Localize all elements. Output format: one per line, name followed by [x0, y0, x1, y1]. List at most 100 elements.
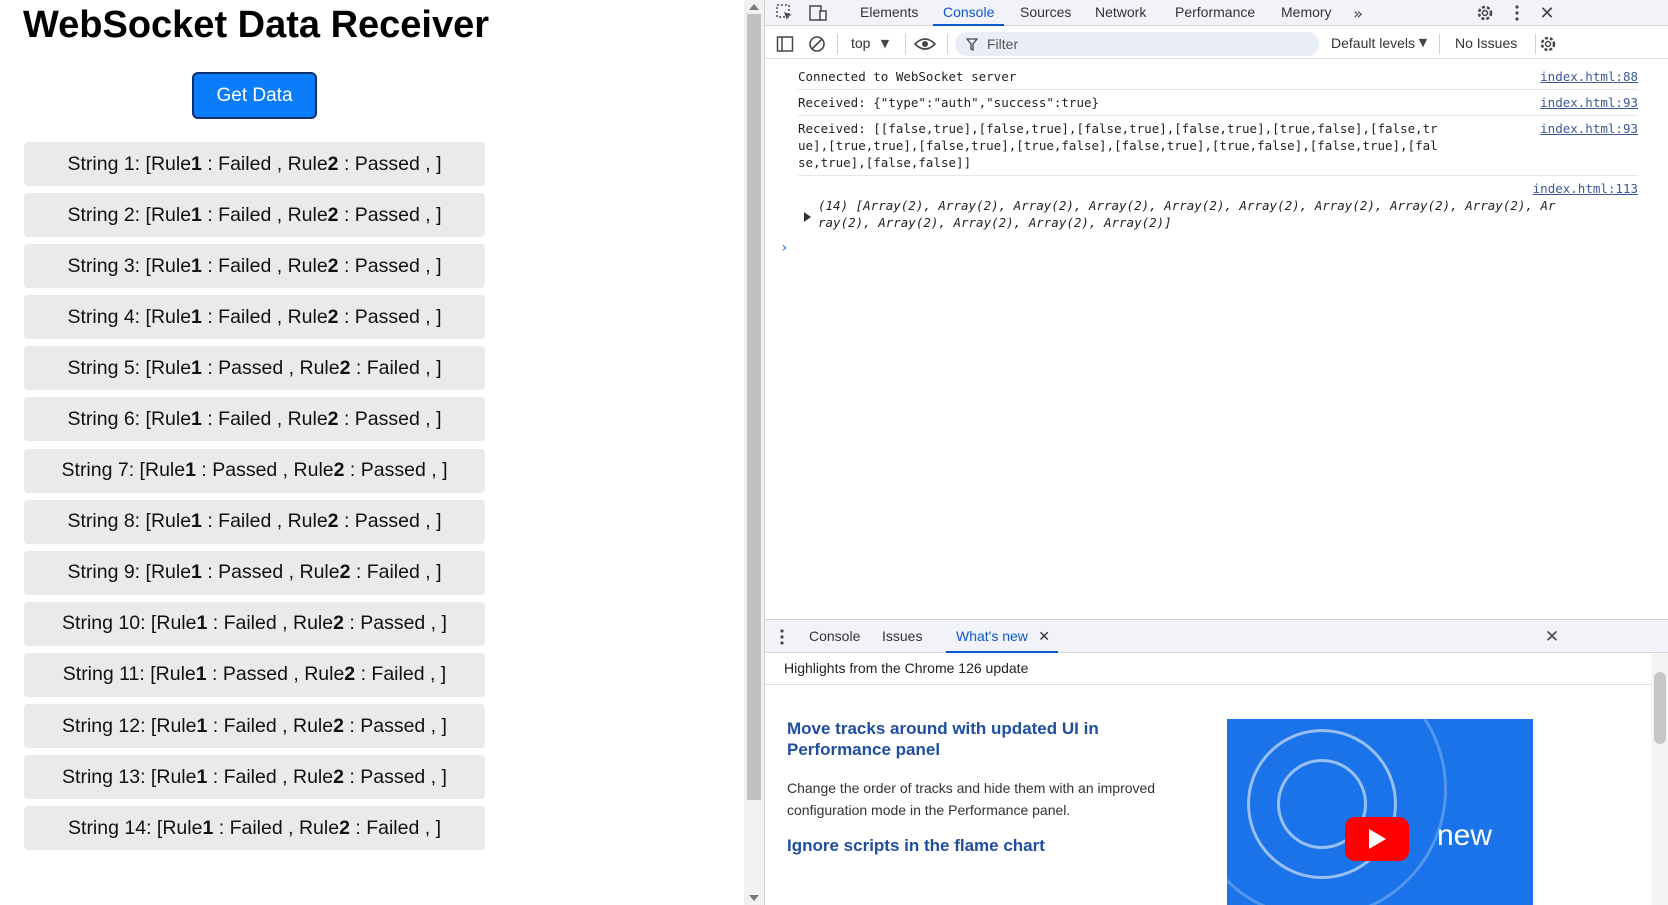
rule-status: Passed	[354, 510, 420, 533]
more-options-kebab-icon[interactable]	[1509, 3, 1525, 23]
more-tabs-chevron-icon[interactable]: »	[1349, 2, 1367, 24]
source-link[interactable]: index.html:113	[1533, 180, 1638, 197]
rule-number: 1	[195, 663, 207, 686]
levels-dropdown-icon[interactable]: ▼	[1417, 36, 1429, 49]
rule-number: 2	[333, 459, 345, 482]
close-devtools-icon[interactable]: ✕	[1537, 3, 1557, 24]
rule-number: 2	[339, 356, 351, 379]
rule-status: Failed	[218, 407, 272, 430]
rule-status: Failed	[218, 152, 272, 175]
filter-input[interactable]: Filter	[955, 32, 1319, 56]
result-label: String 10:	[62, 612, 146, 635]
rule-number: 1	[191, 203, 202, 226]
sidebar-toggle-icon[interactable]	[775, 34, 795, 54]
drawer-scrollbar-thumb[interactable]	[1654, 672, 1666, 744]
rule-number: 2	[327, 510, 339, 533]
rule-status: Passed	[354, 407, 420, 430]
inspect-element-icon[interactable]	[775, 3, 795, 23]
result-row: String 9: [Rule 1 : Passed , Rule 2 : Fa…	[24, 550, 485, 595]
rule-number: 1	[196, 765, 208, 788]
device-toolbar-icon[interactable]	[807, 3, 829, 23]
drawer-menu-kebab-icon[interactable]	[777, 628, 787, 646]
rule-number: 2	[333, 612, 344, 635]
scrollbar-thumb[interactable]	[747, 14, 761, 800]
page-scrollbar[interactable]	[744, 0, 764, 905]
rule-number: 2	[339, 561, 351, 584]
rule-number: 2	[327, 152, 339, 175]
console-object-message[interactable]: (14) [Array(2), Array(2), Array(2), Arra…	[798, 180, 1638, 235]
tab-network[interactable]: Network	[1095, 0, 1146, 26]
context-selector[interactable]: top	[851, 35, 870, 51]
close-drawer-icon[interactable]: ✕	[1542, 627, 1562, 647]
rule-number: 2	[327, 305, 339, 328]
rule-word: Rule	[298, 816, 340, 839]
rule-word: Rule	[155, 663, 196, 686]
drawer-tab-whats-new[interactable]: What's new ✕	[946, 620, 1058, 653]
rule-status: Passed	[354, 305, 420, 328]
feature-link[interactable]: Ignore scripts in the flame chart	[787, 836, 1127, 856]
live-expression-eye-icon[interactable]	[913, 34, 937, 54]
result-row: String 7: [Rule 1 : Passed , Rule 2 : Pa…	[24, 448, 485, 493]
drawer-tab-console[interactable]: Console	[809, 620, 860, 653]
rule-status: Failed	[366, 816, 420, 839]
rule-status: Passed	[354, 254, 420, 277]
context-dropdown-icon[interactable]: ▼	[879, 37, 891, 50]
console-prompt-caret-icon[interactable]: ›	[780, 240, 788, 256]
source-link[interactable]: index.html:88	[1540, 68, 1638, 85]
result-row: String 1: [Rule 1 : Failed , Rule 2 : Pa…	[24, 142, 485, 186]
expand-triangle-icon[interactable]	[804, 212, 811, 222]
rule-status: Failed	[366, 561, 420, 584]
rule-number: 1	[191, 254, 202, 277]
rule-word: Rule	[150, 152, 192, 175]
source-link[interactable]: index.html:93	[1540, 94, 1638, 111]
result-row: String 10: [Rule 1 : Failed , Rule 2 : P…	[24, 601, 485, 646]
rule-status: Failed	[218, 203, 272, 226]
drawer-scrollbar[interactable]	[1651, 654, 1668, 905]
close-tab-icon[interactable]: ✕	[1038, 620, 1050, 652]
result-row: String 5: [Rule 1 : Passed , Rule 2 : Fa…	[24, 346, 485, 391]
drawer-tab-issues[interactable]: Issues	[882, 620, 922, 653]
rule-status: Passed	[212, 459, 278, 482]
rule-number: 2	[339, 816, 350, 839]
devtools-drawer: Console Issues What's new ✕ ✕ Highlights…	[765, 619, 1668, 905]
result-label: String 14:	[68, 816, 152, 839]
result-row: String 2: [Rule 1 : Failed , Rule 2 : Pa…	[24, 193, 485, 238]
clear-console-icon[interactable]	[807, 34, 827, 54]
rule-word: Rule	[287, 305, 328, 328]
tab-elements[interactable]: Elements	[860, 0, 918, 26]
rule-word: Rule	[150, 356, 192, 379]
get-data-button[interactable]: Get Data	[192, 72, 317, 119]
toolbar-divider	[1439, 34, 1440, 54]
result-row: String 4: [Rule 1 : Failed , Rule 2 : Pa…	[24, 295, 485, 340]
result-label: String 9:	[67, 561, 141, 584]
console-settings-gear-icon[interactable]	[1538, 34, 1558, 54]
tab-memory[interactable]: Memory	[1281, 0, 1332, 26]
rule-word: Rule	[287, 152, 328, 175]
rule-number: 2	[333, 714, 344, 737]
rule-number: 1	[191, 356, 202, 379]
result-row: String 12: [Rule 1 : Failed , Rule 2 : P…	[24, 704, 485, 749]
source-link[interactable]: index.html:93	[1540, 120, 1638, 137]
result-row: String 6: [Rule 1 : Failed , Rule 2 : Pa…	[24, 397, 485, 442]
log-levels-dropdown[interactable]: Default levels	[1331, 35, 1415, 51]
rule-number: 2	[327, 203, 339, 226]
scroll-down-arrow-icon[interactable]	[749, 895, 759, 901]
tab-console[interactable]: Console	[933, 0, 1005, 26]
scroll-up-arrow-icon[interactable]	[749, 4, 759, 10]
tab-sources[interactable]: Sources	[1020, 0, 1071, 26]
rule-word: Rule	[287, 203, 328, 226]
result-label: String 7:	[61, 459, 135, 482]
promo-video-thumbnail[interactable]: new	[1227, 719, 1533, 905]
play-button-icon[interactable]	[1345, 817, 1409, 861]
feature-link[interactable]: Move tracks around with updated UI in Pe…	[787, 718, 1127, 760]
rule-word: Rule	[287, 254, 328, 277]
settings-gear-icon[interactable]	[1475, 3, 1495, 23]
rule-status: Failed	[223, 765, 277, 788]
rule-word: Rule	[292, 765, 334, 788]
issues-counter[interactable]: No Issues	[1455, 35, 1517, 51]
result-label: String 8:	[67, 510, 141, 533]
tab-performance[interactable]: Performance	[1175, 0, 1255, 26]
rule-number: 1	[191, 510, 202, 533]
rule-word: Rule	[287, 407, 328, 430]
rule-number: 2	[327, 407, 339, 430]
